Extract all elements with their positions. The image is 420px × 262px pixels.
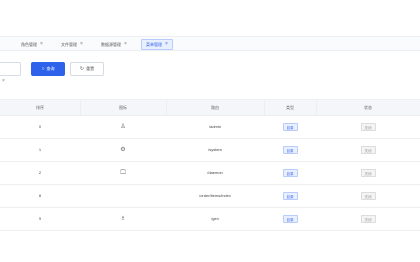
monitor-icon: 🖵 [120,170,126,176]
type-tag: 目录 [282,168,298,177]
path-cell: /system [208,147,222,152]
type-cell: 目录 [264,116,316,138]
icon-cell [80,185,166,207]
tab-bar: × 角色管理 × 文件管理 × 数据源管理 × 菜单管理 × [0,36,420,84]
column-header-order: 排序 [36,105,44,110]
users-icon: ♗ [120,216,126,222]
status-cell: 关闭 [316,139,420,161]
tab-label: 数据源管理 [101,42,121,47]
icon-cell: ⚙ [80,139,166,161]
status-badge: 关闭 [360,191,376,200]
close-icon[interactable]: × [80,39,83,50]
type-cell: 目录 [264,208,316,230]
table-row[interactable]: 0 ♙ /admin 目录 关闭 [0,116,420,139]
tab-role[interactable]: 角色管理 × [21,39,43,50]
tab-file[interactable]: 文件管理 × [61,39,83,50]
close-icon[interactable]: × [165,39,168,50]
icon-cell: 🖵 [80,162,166,184]
tab-datasource[interactable]: 数据源管理 × [101,39,127,50]
order-cell: 8 [38,193,42,198]
status-cell: 关闭 [316,208,420,230]
user-icon: ♙ [120,124,126,130]
path-cell: /admin [208,124,221,129]
type-tag: 目录 [282,122,298,131]
status-cell: 关闭 [316,185,420,207]
table-row[interactable]: 9 ♗ /gen 目录 关闭 [0,208,420,231]
path-cell: /order/items/index [199,193,231,198]
status-cell: 关闭 [316,116,420,138]
tab-label: 文件管理 [61,42,77,47]
gear-icon: ⚙ [120,147,126,153]
search-button[interactable]: ○ 查询 [31,62,65,76]
type-cell: 目录 [264,185,316,207]
table-row[interactable]: 2 🖵 /daemon 目录 关闭 [0,162,420,185]
refresh-icon: ↻ [79,66,85,72]
type-cell: 目录 [264,162,316,184]
column-header-status: 状态 [364,105,372,110]
table-row[interactable]: 8 /order/items/index 目录 关闭 [0,185,420,208]
status-cell: 关闭 [316,162,420,184]
tab-close-icon[interactable]: × [2,78,5,84]
order-cell: 0 [38,124,42,129]
table-header: 排序 图标 路由 类型 状态 [0,99,420,116]
icon-cell: ♗ [80,208,166,230]
status-badge: 关闭 [360,214,376,223]
column-header-type: 类型 [286,105,294,110]
reset-button-label: 重置 [86,66,95,71]
top-blank-area [0,0,420,36]
status-badge: 关闭 [360,145,376,154]
path-cell: /gen [211,216,219,221]
search-input[interactable] [0,62,21,76]
order-cell: 2 [38,170,42,175]
column-header-path: 路由 [211,105,219,110]
tab-label: 菜单管理 [146,42,162,47]
type-cell: 目录 [264,139,316,161]
icon-cell: ♙ [80,116,166,138]
close-icon[interactable]: × [40,39,43,50]
search-icon: ○ [41,66,45,72]
reset-button[interactable]: ↻ 重置 [70,62,104,76]
path-cell: /daemon [207,170,223,175]
order-cell: 1 [38,147,42,152]
type-tag: 目录 [282,214,298,223]
status-badge: 关闭 [360,122,376,131]
status-badge: 关闭 [360,168,376,177]
type-tag: 目录 [282,191,298,200]
table-row[interactable]: 1 ⚙ /system 目录 关闭 [0,139,420,162]
order-cell: 9 [38,216,42,221]
tab-menu[interactable]: 菜单管理 × [141,39,173,50]
tab-label: 角色管理 [21,42,37,47]
type-tag: 目录 [282,145,298,154]
close-icon[interactable]: × [124,39,127,50]
search-button-label: 查询 [46,66,55,71]
column-header-icon: 图标 [119,105,127,110]
